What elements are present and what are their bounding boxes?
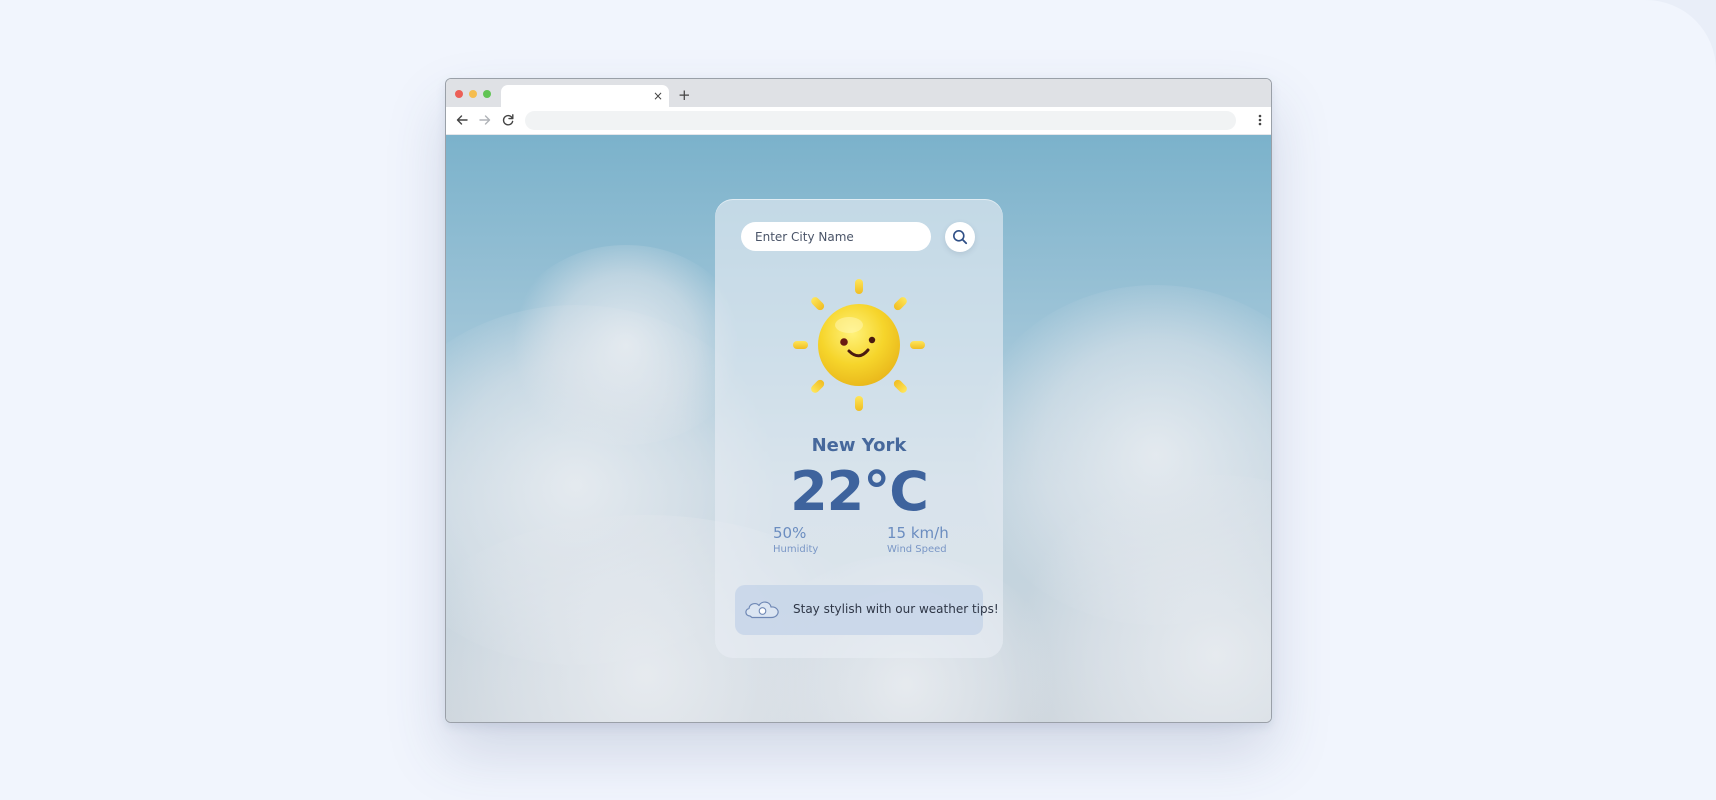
humidity-value: 50%	[773, 524, 807, 542]
wind-speed-label: Wind Speed	[887, 544, 947, 555]
more-vertical-icon[interactable]	[1257, 111, 1263, 129]
weather-tip-banner: Stay stylish with our weather tips!	[735, 585, 999, 635]
browser-window: × + Enter City Name New York 22°C 50% Hu…	[445, 78, 1272, 723]
window-minimize-dot[interactable]	[469, 90, 477, 98]
address-bar[interactable]	[525, 111, 1236, 130]
weather-card: New York 22°C 50% Humidity 15 km/h Wind …	[715, 199, 1003, 658]
new-tab-icon[interactable]: +	[678, 87, 691, 103]
cloud-icon	[743, 598, 781, 622]
city-name: New York	[811, 435, 907, 456]
search-button[interactable]	[945, 222, 975, 252]
city-search-input[interactable]	[741, 222, 931, 251]
wind-speed-value: 15 km/h	[887, 524, 949, 542]
temperature: 22°C	[790, 460, 929, 523]
weather-tip-text: Stay stylish with our weather tips!	[793, 602, 999, 616]
search-icon	[953, 230, 968, 245]
window-close-dot[interactable]	[455, 90, 463, 98]
reload-icon[interactable]	[500, 112, 516, 128]
tab-bar: × +	[446, 79, 1271, 107]
humidity-label: Humidity	[773, 544, 819, 555]
browser-toolbar	[446, 107, 1271, 135]
cloud-shape	[506, 245, 746, 445]
window-maximize-dot[interactable]	[483, 90, 491, 98]
sun-icon	[793, 279, 925, 411]
tab-close-icon[interactable]: ×	[653, 88, 663, 104]
sky-background: New York 22°C 50% Humidity 15 km/h Wind …	[446, 135, 1271, 722]
back-arrow-icon[interactable]	[454, 112, 470, 128]
browser-tab[interactable]: ×	[501, 85, 669, 107]
forward-arrow-icon[interactable]	[477, 112, 493, 128]
